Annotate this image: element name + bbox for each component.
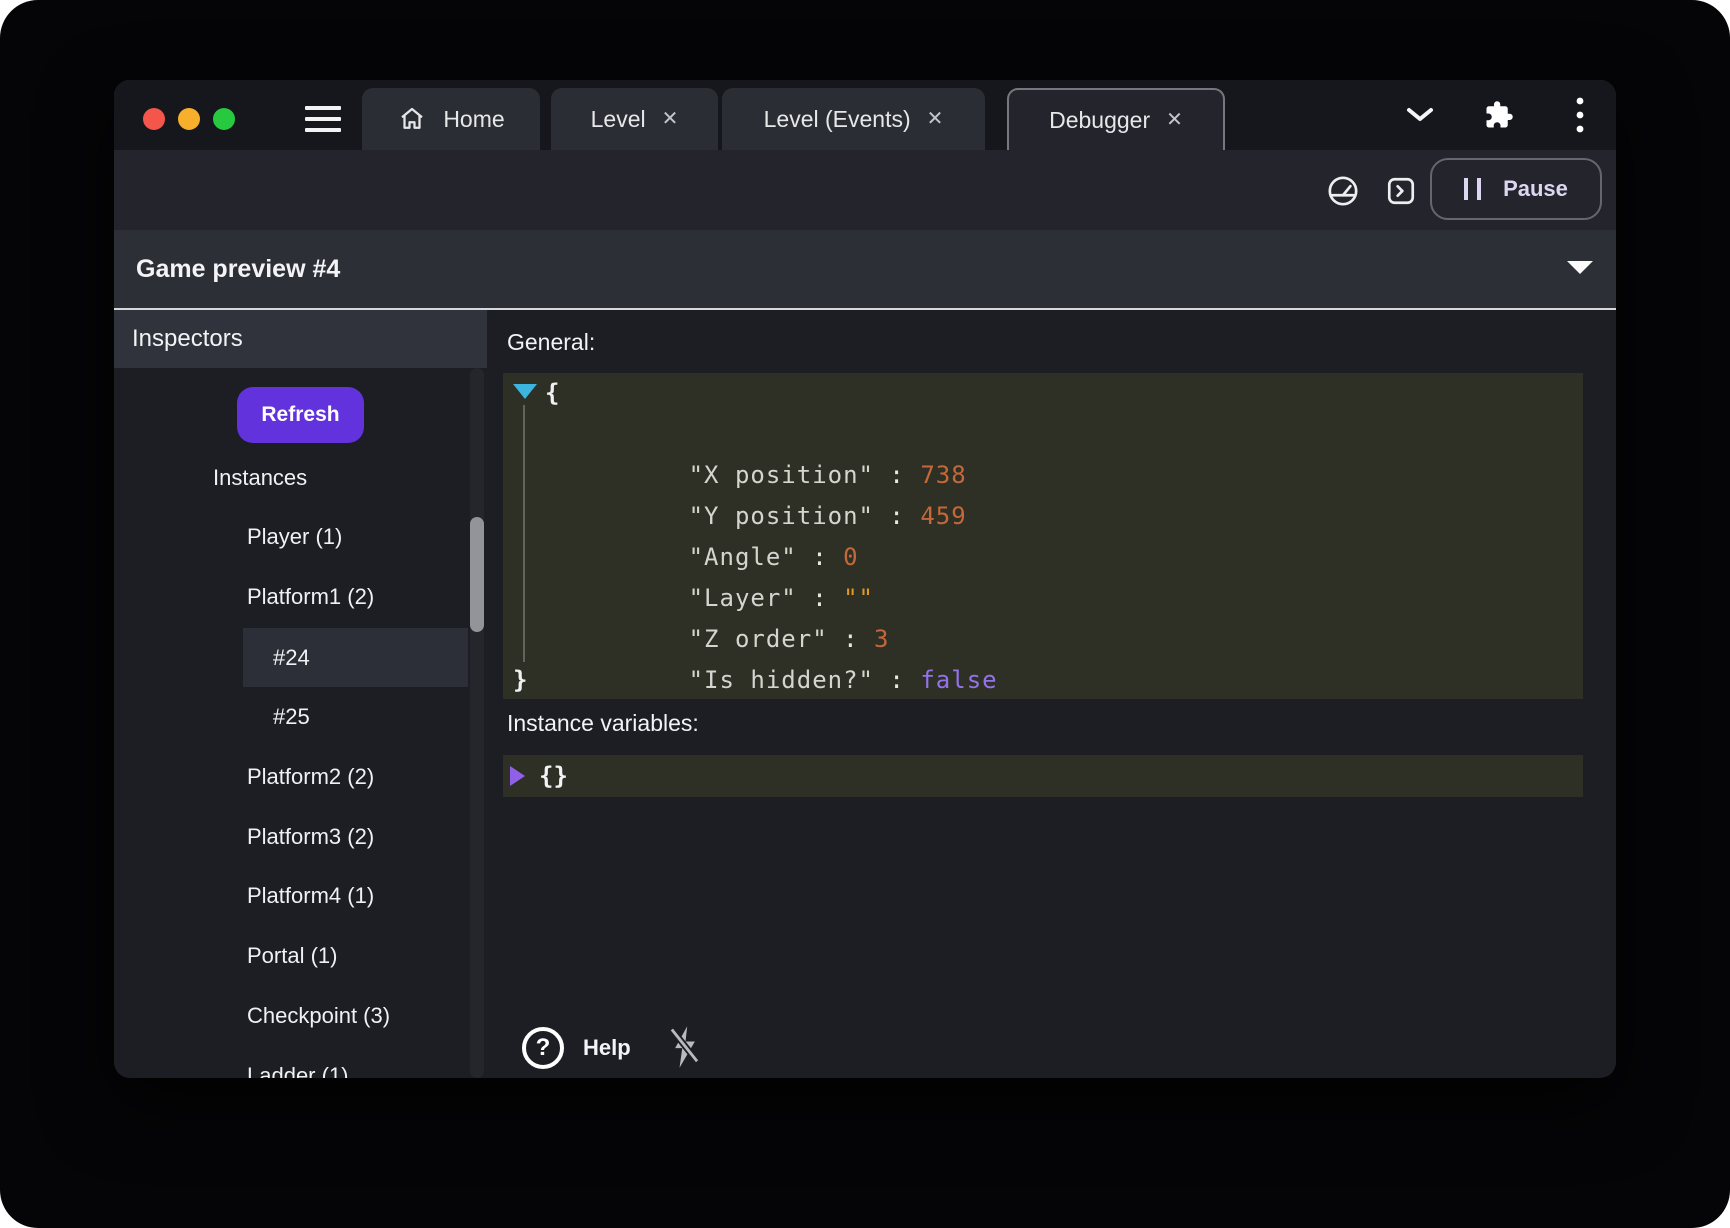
sidebar-scrollbar-thumb[interactable] [470, 517, 484, 632]
tab-level[interactable]: Level ✕ [551, 88, 718, 150]
window-minimize-button[interactable] [178, 108, 200, 130]
help-icon: ? [522, 1027, 564, 1069]
tab-label: Debugger [1049, 107, 1150, 134]
refresh-button[interactable]: Refresh [237, 387, 364, 443]
property-value: 3 [874, 625, 889, 653]
game-preview-title: Game preview #4 [136, 230, 340, 308]
general-json-tree: { "X position" : 738 "Y position" : 459 … [503, 373, 1583, 699]
property-value: 0 [843, 543, 858, 571]
help-button[interactable]: ? Help [522, 1027, 631, 1069]
general-section-label: General: [507, 329, 595, 356]
property-value: 459 [920, 502, 966, 530]
instance-variables-tree: {} [503, 755, 1583, 797]
sidebar-item-platform2[interactable]: Platform2 (2) [247, 748, 374, 806]
sidebar-item-instance-25[interactable]: #25 [273, 688, 310, 746]
tab-bar: Home Level ✕ Level (Events) ✕ Debugger ✕ [114, 80, 1616, 150]
window-maximize-button[interactable] [213, 108, 235, 130]
tab-label: Level (Events) [764, 106, 911, 133]
instance-variables-label: Instance variables: [507, 710, 699, 737]
help-label: Help [583, 1035, 631, 1061]
pause-button-label: Pause [1503, 176, 1568, 202]
pause-icon [1464, 178, 1481, 200]
tab-label: Home [443, 106, 504, 133]
window-close-button[interactable] [143, 108, 165, 130]
sidebar-item-platform4[interactable]: Platform4 (1) [247, 867, 374, 925]
property-value: false [920, 666, 997, 694]
inspectors-title: Inspectors [132, 325, 243, 353]
close-icon[interactable]: ✕ [927, 109, 944, 129]
sidebar-item-platform1[interactable]: Platform1 (2) [247, 568, 374, 626]
desktop-background: Home Level ✕ Level (Events) ✕ Debugger ✕ [0, 0, 1730, 1228]
indent-guide [523, 405, 525, 662]
main-menu-icon[interactable] [305, 106, 341, 132]
profiler-gauge-icon[interactable] [1326, 174, 1360, 208]
close-brace: } [513, 666, 528, 694]
sidebar-item-instances[interactable]: Instances [213, 449, 307, 507]
home-icon [397, 104, 427, 134]
puzzle-icon[interactable] [1483, 80, 1515, 150]
game-preview-header[interactable]: Game preview #4 [114, 230, 1616, 308]
sidebar-item-portal[interactable]: Portal (1) [247, 927, 337, 985]
sidebar-item-player[interactable]: Player (1) [247, 508, 342, 566]
close-icon[interactable]: ✕ [662, 109, 679, 129]
sidebar-item-instance-24[interactable]: #24 [243, 628, 468, 687]
console-icon[interactable] [1385, 175, 1417, 207]
expand-arrow-icon[interactable] [510, 766, 525, 786]
chevron-down-icon[interactable] [1405, 80, 1435, 150]
app-window: Home Level ✕ Level (Events) ✕ Debugger ✕ [114, 80, 1616, 1078]
kebab-menu-icon[interactable] [1568, 80, 1592, 150]
property-value: 738 [920, 461, 966, 489]
sidebar-item-platform3[interactable]: Platform3 (2) [247, 808, 374, 866]
debugger-toolbar: Pause [114, 150, 1616, 230]
variables-value: {} [539, 762, 568, 790]
sidebar-item-ladder[interactable]: Ladder (1) [247, 1047, 349, 1078]
sidebar-scrollbar-track[interactable] [470, 368, 484, 1078]
tab-level-events[interactable]: Level (Events) ✕ [722, 88, 985, 150]
inspectors-panel-header: Inspectors [114, 310, 487, 368]
sidebar-item-checkpoint[interactable]: Checkpoint (3) [247, 987, 390, 1045]
open-brace: { [545, 379, 560, 407]
dropdown-arrow-icon[interactable] [1567, 261, 1593, 274]
flash-off-icon[interactable] [665, 1024, 705, 1070]
property-row: "X position" : 738 [503, 414, 1583, 455]
tab-label: Level [591, 106, 646, 133]
close-icon[interactable]: ✕ [1166, 110, 1183, 130]
tab-debugger[interactable]: Debugger ✕ [1007, 88, 1225, 150]
property-value: "" [843, 584, 874, 612]
collapse-arrow-icon[interactable] [513, 384, 537, 399]
tab-home[interactable]: Home [362, 88, 540, 150]
pause-button[interactable]: Pause [1430, 158, 1602, 220]
